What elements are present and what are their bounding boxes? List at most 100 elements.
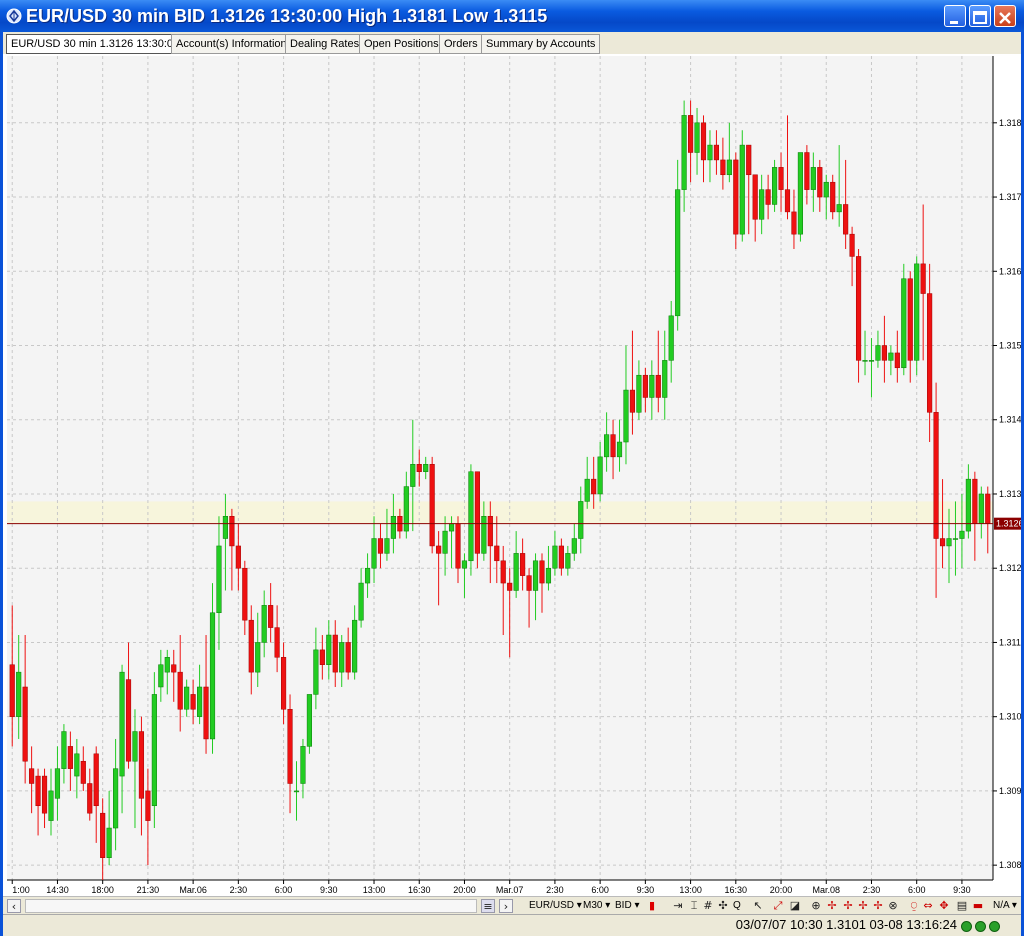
price-type-select[interactable]: BID ▾ (615, 898, 639, 914)
candle-body (9, 664, 15, 717)
horizontal-scrollbar[interactable] (25, 899, 477, 913)
tab-account-information[interactable]: Account(s) Information (171, 34, 292, 54)
candle-body (746, 144, 752, 176)
candle-body (532, 560, 539, 591)
tab-summary-by-accounts[interactable]: Summary by Accounts (481, 34, 601, 54)
zoom-in-icon[interactable]: ⊕ (809, 899, 823, 913)
candle-body (907, 278, 913, 361)
candle-body (35, 775, 41, 807)
candle-body (520, 553, 526, 576)
fibonacci-icon[interactable]: ✢ (856, 899, 870, 913)
cross-line-icon[interactable]: ✢ (871, 899, 885, 913)
candlestick-chart[interactable]: 1.3080 1.3090 1.3100 1.3110 1.3120 1.3130 1.31… (3, 54, 1024, 896)
tab-orders[interactable]: Orders (439, 34, 483, 54)
candle-body (410, 464, 416, 487)
trendline-icon[interactable]: ⤢ (771, 899, 785, 913)
minimize-button[interactable] (944, 5, 966, 27)
maximize-button[interactable] (969, 5, 991, 27)
candle-body (985, 493, 991, 524)
candle-body (500, 560, 506, 584)
candle-body (332, 634, 338, 673)
candle-body (229, 516, 235, 547)
crosshair-vertical-icon[interactable]: ⌶ (687, 899, 701, 913)
tab-chart[interactable]: EUR/USD 30 min 1.3126 13:30:00 (6, 34, 185, 54)
tab-open-positions[interactable]: Open Positions (359, 34, 444, 54)
chart-style-icon[interactable]: ▮ (645, 899, 659, 913)
symbol-select[interactable]: EUR/USD ▾ (529, 898, 582, 914)
scroll-left-button[interactable]: ‹ (7, 899, 21, 913)
channel-icon[interactable]: ◪ (788, 899, 802, 913)
properties-icon[interactable]: ▤ (955, 899, 969, 913)
move-icon[interactable]: ✥ (937, 899, 951, 913)
zoom-fit-icon[interactable]: ⊗ (886, 899, 900, 913)
candle-body (216, 545, 222, 614)
candle-body (739, 144, 745, 235)
candle-body (649, 374, 655, 398)
candle-body (54, 768, 61, 799)
chart-area[interactable]: 1.3080 1.3090 1.3100 1.3110 1.3120 1.3130 1.31… (3, 54, 1024, 896)
candle-body (733, 159, 739, 235)
x-tick-label: Mar.06 (179, 885, 207, 895)
colors-icon[interactable]: ▬ (971, 899, 985, 913)
candle-body (339, 642, 345, 673)
title-bar[interactable]: EUR/USD 30 min BID 1.3126 13:30:00 High … (0, 0, 1024, 32)
candle-body (759, 189, 765, 220)
candle-body (720, 159, 726, 176)
x-tick-label: 1:00 (12, 885, 30, 895)
candle-body (384, 538, 390, 554)
candle-body (48, 790, 54, 821)
connection-status-icon (961, 921, 972, 932)
cursor-cross-icon[interactable]: ✣ (716, 899, 730, 913)
candle-body (662, 360, 668, 398)
candle-body (791, 211, 797, 235)
x-tick-label: 2:30 (863, 885, 881, 895)
candle-body (171, 664, 177, 673)
y-tick-label: 1.3160 (999, 266, 1021, 276)
candle-body (93, 753, 99, 807)
candle-body (681, 115, 687, 190)
shift-end-icon[interactable]: ⇥ (671, 899, 685, 913)
timeframe-select[interactable]: M30 ▾ (583, 898, 610, 914)
candle-body (352, 619, 358, 673)
candle-body (655, 374, 661, 398)
candle-body (939, 538, 946, 547)
candle-body (67, 746, 73, 769)
candle-body (29, 768, 35, 784)
candle-body (836, 204, 842, 213)
candle-body (765, 189, 771, 205)
candle-body (552, 545, 558, 569)
candle-body (558, 545, 564, 569)
candle-body (933, 412, 939, 539)
horizontal-line-icon[interactable]: ✢ (841, 899, 855, 913)
vertical-line-icon[interactable]: ✢ (825, 899, 839, 913)
candle-body (145, 790, 151, 821)
status-text: 03/07/07 10:30 1.3101 03-08 13:16:24 (735, 917, 957, 932)
scroll-thumb[interactable]: ≡ (481, 899, 495, 913)
candle-body (700, 122, 707, 161)
candle-body (584, 478, 590, 502)
zoom-select[interactable]: N/A ▾ (993, 898, 1017, 914)
y-tick-label: 1.3170 (999, 192, 1021, 202)
x-tick-label: 13:00 (679, 885, 702, 895)
candle-body (642, 374, 648, 398)
candle-body (707, 144, 713, 161)
x-tick-label: 2:30 (546, 885, 564, 895)
candle-body (119, 671, 125, 777)
scroll-right-button[interactable]: › (499, 899, 513, 913)
x-tick-label: 13:00 (363, 885, 386, 895)
candle-body (629, 389, 636, 413)
grid-icon[interactable]: # (701, 899, 715, 913)
marker-icon[interactable]: ⍜ (907, 899, 921, 913)
candle-body (868, 360, 875, 362)
candle-body (888, 352, 894, 361)
quote-button[interactable]: Q (733, 898, 741, 914)
close-button[interactable] (994, 5, 1016, 27)
candle-body (675, 189, 681, 317)
pointer-icon[interactable]: ↖ (751, 899, 765, 913)
arrows-horizontal-icon[interactable]: ⇔ (921, 899, 935, 913)
x-tick-label: 20:00 (770, 885, 793, 895)
tab-dealing-rates[interactable]: Dealing Rates (285, 34, 365, 54)
candle-body (442, 530, 448, 554)
y-tick-label: 1.3100 (999, 712, 1021, 722)
candle-body (423, 464, 429, 472)
